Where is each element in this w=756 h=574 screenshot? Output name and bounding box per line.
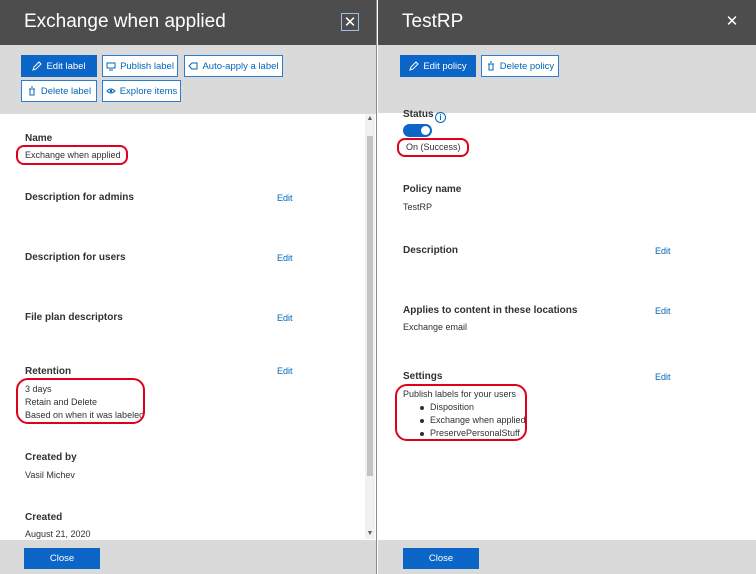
locations-heading: Applies to content in these locations [403, 305, 578, 316]
delete-label-button[interactable]: Delete label [21, 80, 97, 102]
edit-description-admins-link[interactable]: Edit [277, 193, 293, 203]
published-labels-list: Disposition Exchange when applied Preser… [420, 401, 526, 440]
panel-header: TestRP ✕ [378, 0, 756, 45]
panel-header: Exchange when applied ✕ [0, 0, 376, 45]
scroll-up-icon[interactable]: ▲ [365, 114, 375, 124]
policy-name-heading: Policy name [403, 184, 462, 195]
scroll-down-icon[interactable]: ▼ [365, 529, 375, 539]
publish-label-button[interactable]: Publish label [102, 55, 178, 77]
status-toggle[interactable] [403, 124, 432, 137]
policy-toolbar: Edit policy Delete policy [378, 45, 756, 113]
auto-apply-text: Auto-apply a label [202, 60, 279, 72]
pencil-icon [32, 61, 43, 71]
edit-file-plan-link[interactable]: Edit [277, 313, 293, 323]
label-details-panel: Exchange when applied ✕ Edit label Publi… [0, 0, 377, 574]
eye-icon [106, 88, 116, 94]
list-item: PreservePersonalStuff [420, 427, 526, 440]
status-value: On (Success) [406, 142, 461, 152]
close-icon[interactable]: ✕ [723, 13, 741, 31]
publish-icon [106, 62, 116, 71]
explore-items-text: Explore items [119, 85, 178, 97]
scrollbar-thumb[interactable] [367, 136, 373, 476]
description-heading: Description [403, 245, 459, 256]
created-heading: Created [25, 512, 63, 523]
edit-label-button[interactable]: Edit label [21, 55, 97, 77]
edit-description-users-link[interactable]: Edit [277, 253, 293, 263]
trash-icon [487, 61, 494, 71]
description-users-heading: Description for users [25, 252, 126, 263]
edit-policy-text: Edit policy [423, 60, 467, 72]
list-item: Exchange when applied [420, 414, 526, 427]
locations-value: Exchange email [403, 322, 468, 332]
publish-label-text: Publish label [120, 60, 174, 72]
toggle-knob [421, 126, 430, 135]
policy-details-content: Status i On (Success) Policy name TestRP… [378, 109, 756, 540]
created-value: August 21, 2020 [25, 529, 91, 539]
delete-policy-button[interactable]: Delete policy [481, 55, 559, 77]
info-icon[interactable]: i [435, 112, 446, 123]
created-by-value: Vasil Michev [25, 470, 75, 480]
name-heading: Name [25, 133, 53, 144]
auto-apply-label-button[interactable]: Auto-apply a label [184, 55, 283, 77]
edit-policy-button[interactable]: Edit policy [400, 55, 476, 77]
edit-settings-link[interactable]: Edit [655, 372, 671, 382]
close-button[interactable]: Close [24, 548, 100, 569]
description-admins-heading: Description for admins [25, 192, 134, 203]
edit-description-link[interactable]: Edit [655, 246, 671, 256]
tag-icon [188, 62, 198, 70]
retention-heading: Retention [25, 366, 72, 377]
delete-policy-text: Delete policy [499, 60, 555, 72]
file-plan-heading: File plan descriptors [25, 312, 123, 323]
list-item: Disposition [420, 401, 526, 414]
label-details-content: Name Exchange when applied Description f… [0, 114, 376, 540]
edit-locations-link[interactable]: Edit [655, 306, 671, 316]
close-icon[interactable]: ✕ [341, 13, 359, 31]
retention-action: Retain and Delete [25, 397, 98, 407]
delete-label-text: Delete label [40, 85, 92, 97]
trash-icon [28, 86, 35, 96]
status-heading: Status [403, 109, 434, 120]
panel-footer: Close [378, 540, 756, 574]
edit-retention-link[interactable]: Edit [277, 366, 293, 376]
label-toolbar: Edit label Publish label Auto-apply a la… [0, 45, 376, 114]
retention-period: 3 days [25, 384, 52, 394]
settings-heading: Settings [403, 371, 443, 382]
panel-footer: Close [0, 540, 376, 574]
settings-intro: Publish labels for your users [403, 389, 517, 399]
explore-items-button[interactable]: Explore items [102, 80, 181, 102]
created-by-heading: Created by [25, 452, 77, 463]
vertical-scrollbar[interactable]: ▲ ▼ [365, 114, 375, 539]
policy-details-panel: TestRP ✕ Edit policy Delete policy Statu… [378, 0, 756, 574]
panel-title: TestRP [402, 11, 464, 32]
pencil-icon [409, 61, 420, 71]
retention-basis: Based on when it was labeled [25, 410, 145, 420]
close-button[interactable]: Close [403, 548, 479, 569]
panel-title: Exchange when applied [24, 11, 226, 32]
name-value: Exchange when applied [25, 150, 121, 160]
edit-label-text: Edit label [46, 60, 86, 72]
policy-name-value: TestRP [403, 202, 433, 212]
